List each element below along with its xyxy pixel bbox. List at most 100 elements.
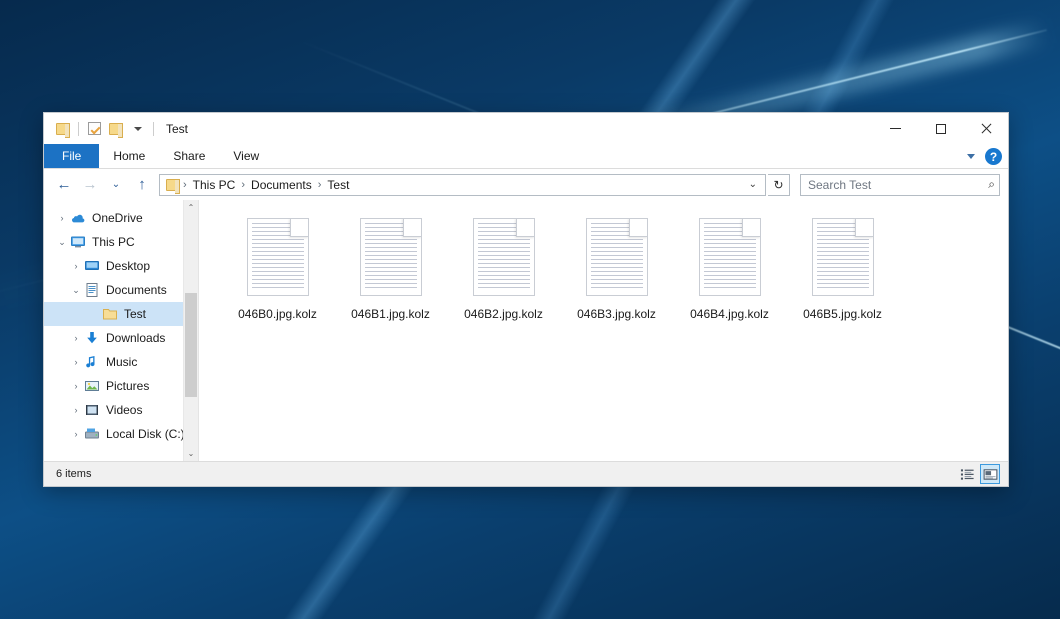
properties-icon[interactable]: [83, 118, 105, 140]
breadcrumb-folder-icon: [166, 179, 180, 191]
view-mode-buttons: [957, 464, 1000, 484]
expander-chevron-icon[interactable]: ›: [68, 405, 84, 415]
drive-icon: [84, 426, 100, 442]
up-button[interactable]: ↑: [130, 173, 154, 197]
tab-view[interactable]: View: [219, 144, 273, 168]
sidebar-item-desktop[interactable]: › Desktop: [44, 254, 198, 278]
expander-chevron-icon[interactable]: ›: [68, 333, 84, 343]
expander-chevron-icon[interactable]: ›: [68, 429, 84, 439]
generic-document-icon: [586, 218, 648, 296]
scrollbar-thumb[interactable]: [185, 293, 197, 397]
videos-icon: [84, 402, 100, 418]
sidebar-item-label: Downloads: [106, 331, 165, 345]
ribbon-tab-bar: File Home Share View ?: [44, 144, 1008, 169]
search-box[interactable]: ⌕: [800, 174, 1000, 196]
list-item[interactable]: 046B4.jpg.kolz: [673, 214, 786, 338]
quick-access-toolbar: [44, 118, 158, 140]
list-item[interactable]: 046B1.jpg.kolz: [334, 214, 447, 338]
file-name-label: 046B5.jpg.kolz: [803, 307, 882, 321]
expander-chevron-icon[interactable]: ⌄: [68, 285, 84, 296]
ribbon-right-controls: ?: [967, 144, 1002, 169]
large-icons-view-button[interactable]: [980, 464, 1000, 484]
expand-ribbon-chevron-icon[interactable]: [967, 154, 975, 159]
folder-icon[interactable]: [52, 118, 74, 140]
sidebar-item-label: Documents: [106, 283, 167, 297]
sidebar-item-music[interactable]: › Music: [44, 350, 198, 374]
minimize-button[interactable]: [873, 113, 918, 144]
tab-share[interactable]: Share: [159, 144, 219, 168]
sidebar-item-label: Music: [106, 355, 137, 369]
refresh-button[interactable]: ↻: [768, 174, 790, 196]
search-icon[interactable]: ⌕: [988, 177, 995, 192]
window-controls: [873, 113, 1008, 144]
file-name-label: 046B2.jpg.kolz: [464, 307, 543, 321]
back-button[interactable]: ←: [52, 173, 76, 197]
list-item[interactable]: 046B3.jpg.kolz: [560, 214, 673, 338]
breadcrumb[interactable]: › This PC › Documents › Test ⌄: [159, 174, 766, 196]
breadcrumb-dropdown-icon[interactable]: ⌄: [743, 179, 763, 190]
window-title: Test: [166, 122, 188, 136]
close-button[interactable]: [963, 113, 1008, 144]
sidebar-item-label: Pictures: [106, 379, 149, 393]
sidebar-item-documents[interactable]: ⌄ Documents: [44, 278, 198, 302]
music-icon: [84, 354, 100, 370]
onedrive-icon: [70, 210, 86, 226]
list-item[interactable]: 046B2.jpg.kolz: [447, 214, 560, 338]
list-item[interactable]: 046B5.jpg.kolz: [786, 214, 899, 338]
customize-chevron-icon[interactable]: [127, 118, 149, 140]
tab-home[interactable]: Home: [99, 144, 159, 168]
expander-chevron-icon[interactable]: ›: [68, 381, 84, 391]
explorer-body: › OneDrive ⌄ This PC ›: [44, 200, 1008, 461]
sidebar-item-label: Local Disk (C:): [106, 427, 185, 441]
expander-chevron-icon[interactable]: ⌄: [54, 237, 70, 248]
sidebar-item-onedrive[interactable]: › OneDrive: [44, 206, 198, 230]
maximize-button[interactable]: [918, 113, 963, 144]
sidebar-item-test[interactable]: Test: [44, 302, 198, 326]
help-button[interactable]: ?: [985, 148, 1002, 165]
sidebar-item-label: Desktop: [106, 259, 150, 273]
breadcrumb-item-this-pc[interactable]: This PC: [188, 176, 241, 194]
downloads-icon: [84, 330, 100, 346]
sidebar-scrollbar[interactable]: ⌃ ⌄: [183, 200, 198, 461]
scroll-down-icon[interactable]: ⌄: [184, 446, 198, 461]
navigation-pane: › OneDrive ⌄ This PC ›: [44, 200, 199, 461]
details-view-button[interactable]: [957, 464, 977, 484]
desktop-icon: [84, 258, 100, 274]
scroll-up-icon[interactable]: ⌃: [184, 200, 198, 215]
expander-chevron-icon[interactable]: ›: [68, 261, 84, 271]
expander-chevron-icon[interactable]: ›: [54, 213, 70, 223]
breadcrumb-item-documents[interactable]: Documents: [246, 176, 317, 194]
sidebar-item-local-disk-c[interactable]: › Local Disk (C:): [44, 422, 198, 446]
file-name-label: 046B4.jpg.kolz: [690, 307, 769, 321]
desktop-background: Test File Home Share View ?: [0, 0, 1060, 619]
new-folder-icon[interactable]: [105, 118, 127, 140]
breadcrumb-item-test[interactable]: Test: [322, 176, 354, 194]
documents-icon: [84, 282, 100, 298]
sidebar-item-label: Test: [124, 307, 146, 321]
recent-locations-chevron-icon[interactable]: ⌄: [104, 173, 128, 197]
generic-document-icon: [360, 218, 422, 296]
title-bar: Test: [44, 113, 1008, 144]
sidebar-item-downloads[interactable]: › Downloads: [44, 326, 198, 350]
sidebar-item-label: This PC: [92, 235, 135, 249]
scrollbar-track[interactable]: [184, 215, 198, 446]
list-item[interactable]: 046B0.jpg.kolz: [221, 214, 334, 338]
sidebar-item-videos[interactable]: › Videos: [44, 398, 198, 422]
sidebar-item-this-pc[interactable]: ⌄ This PC: [44, 230, 198, 254]
file-name-label: 046B0.jpg.kolz: [238, 307, 317, 321]
generic-document-icon: [473, 218, 535, 296]
sidebar-item-label: Videos: [106, 403, 142, 417]
file-explorer-window: Test File Home Share View ?: [43, 112, 1009, 487]
sidebar-item-label: OneDrive: [92, 211, 143, 225]
generic-document-icon: [247, 218, 309, 296]
expander-chevron-icon[interactable]: ›: [68, 357, 84, 367]
file-list-view[interactable]: 046B0.jpg.kolz 046B1.jpg.kolz 046B2.jpg.…: [199, 200, 1008, 461]
generic-document-icon: [812, 218, 874, 296]
sidebar-item-pictures[interactable]: › Pictures: [44, 374, 198, 398]
pictures-icon: [84, 378, 100, 394]
tab-file[interactable]: File: [44, 144, 99, 168]
item-count-label: 6 items: [56, 468, 91, 480]
file-name-label: 046B3.jpg.kolz: [577, 307, 656, 321]
search-input[interactable]: [808, 178, 988, 192]
forward-button[interactable]: →: [78, 173, 102, 197]
